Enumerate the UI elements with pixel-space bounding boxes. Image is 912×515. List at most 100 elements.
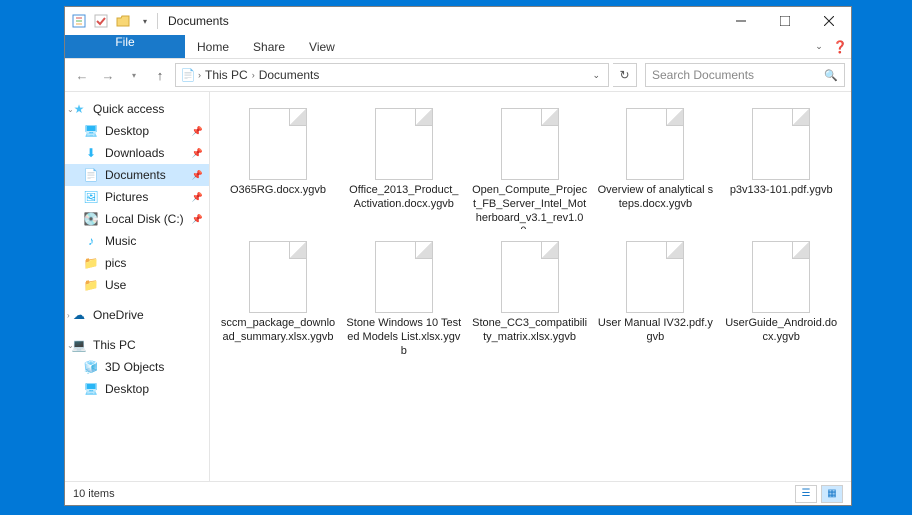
file-name: Stone Windows 10 Tested Models List.xlsx… <box>346 317 462 358</box>
tab-file[interactable]: File <box>65 35 185 58</box>
file-item[interactable]: User Manual IV32.pdf.ygvb <box>595 237 715 362</box>
sidebar-label: OneDrive <box>93 308 144 322</box>
file-item[interactable]: sccm_package_download_summary.xlsx.ygvb <box>218 237 338 362</box>
sidebar-item-downloads[interactable]: ⬇Downloads📌 <box>65 142 209 164</box>
breadcrumb-folder[interactable]: Documents <box>257 68 322 82</box>
search-input[interactable]: Search Documents 🔍 <box>645 63 845 87</box>
sidebar-item-label: Use <box>105 278 126 292</box>
nav-recent-icon[interactable]: ▾ <box>123 64 145 86</box>
file-item[interactable]: Stone Windows 10 Tested Models List.xlsx… <box>344 237 464 362</box>
sidebar-item-label: Desktop <box>105 382 149 396</box>
search-placeholder: Search Documents <box>652 68 754 82</box>
sidebar-item-pictures[interactable]: 🖼Pictures📌 <box>65 186 209 208</box>
sidebar-item-music[interactable]: ♪ Music <box>65 230 209 252</box>
qat-icon-folder[interactable] <box>115 13 131 29</box>
close-button[interactable] <box>807 7 851 35</box>
sidebar-item-documents[interactable]: 📄 Documents 📌 <box>65 164 209 186</box>
sidebar-item-3dobjects[interactable]: 🧊 3D Objects <box>65 356 209 378</box>
qat-dropdown-icon[interactable]: ▾ <box>137 13 153 29</box>
file-icon <box>501 241 559 313</box>
chevron-right-icon[interactable]: › <box>250 70 257 80</box>
breadcrumb-pc[interactable]: This PC <box>203 68 250 82</box>
file-icon <box>249 108 307 180</box>
folder-icon: 📁 <box>83 277 99 293</box>
search-icon[interactable]: 🔍 <box>824 69 838 82</box>
file-name: Office_2013_Product_Activation.docx.ygvb <box>346 184 462 212</box>
file-icon <box>375 108 433 180</box>
titlebar: ▾ Documents <box>65 7 851 35</box>
file-item[interactable]: O365RG.docx.ygvb <box>218 104 338 233</box>
view-details-button[interactable]: ☰ <box>795 485 817 503</box>
documents-icon: 📄 <box>83 167 99 183</box>
qat-icon-check[interactable] <box>93 13 109 29</box>
file-pane[interactable]: O365RG.docx.ygvb Office_2013_Product_Acti… <box>210 92 851 481</box>
file-item[interactable]: Open_Compute_Project_FB_Server_Intel_Mot… <box>470 104 590 233</box>
file-item[interactable]: Office_2013_Product_Activation.docx.ygvb <box>344 104 464 233</box>
disk-icon: 💽 <box>83 211 99 227</box>
music-icon: ♪ <box>83 233 99 249</box>
minimize-button[interactable] <box>719 7 763 35</box>
desktop-icon: 🖥 <box>83 381 99 397</box>
pin-icon: 📌 <box>192 126 203 137</box>
file-name: Overview of analytical steps.docx.ygvb <box>597 184 713 212</box>
file-icon <box>626 108 684 180</box>
pin-icon: 📌 <box>192 148 203 159</box>
file-icon <box>752 241 810 313</box>
file-name: sccm_package_download_summary.xlsx.ygvb <box>220 317 336 345</box>
nav-back-button[interactable]: ← <box>71 64 93 86</box>
nav-up-button[interactable]: ↑ <box>149 64 171 86</box>
sidebar-item-label: 3D Objects <box>105 360 164 374</box>
sidebar-label: This PC <box>93 338 136 352</box>
pin-icon: 📌 <box>192 170 203 181</box>
tab-view[interactable]: View <box>297 35 347 58</box>
file-name: Open_Compute_Project_FB_Server_Intel_Mot… <box>472 184 588 229</box>
file-name: Stone_CC3_compatibility_matrix.xlsx.ygvb <box>472 317 588 345</box>
objects-icon: 🧊 <box>83 359 99 375</box>
file-icon <box>249 241 307 313</box>
folder-icon: 📁 <box>83 255 99 271</box>
view-icons-button[interactable]: ▦ <box>821 485 843 503</box>
sidebar-item-label: Music <box>105 234 136 248</box>
sidebar-quickaccess[interactable]: ⌄★Quick access <box>65 98 209 120</box>
tab-share[interactable]: Share <box>241 35 297 58</box>
address-bar[interactable]: 📄 › This PC › Documents ⌄ <box>175 63 609 87</box>
sidebar-item-desktop2[interactable]: 🖥 Desktop <box>65 378 209 400</box>
chevron-right-icon[interactable]: › <box>196 70 203 80</box>
sidebar-item-desktop[interactable]: 🖥Desktop📌 <box>65 120 209 142</box>
qat-icon-properties[interactable] <box>71 13 87 29</box>
file-item[interactable]: Stone_CC3_compatibility_matrix.xlsx.ygvb <box>470 237 590 362</box>
sidebar-onedrive[interactable]: ›☁OneDrive <box>65 304 209 326</box>
onedrive-icon: ☁ <box>71 307 87 323</box>
address-dropdown-icon[interactable]: ⌄ <box>588 70 604 81</box>
sidebar-item-label: pics <box>105 256 126 270</box>
nav-sidebar: ⌄★Quick access 🖥Desktop📌 ⬇Downloads📌 📄Do… <box>65 92 210 481</box>
file-name: p3v133-101.pdf.ygvb <box>730 184 833 198</box>
ribbon-expand-icon[interactable]: ⌄ <box>809 35 829 58</box>
sidebar-item-label: Local Disk (C:) <box>105 212 184 226</box>
tab-home[interactable]: Home <box>185 35 241 58</box>
nav-forward-button[interactable]: → <box>97 64 119 86</box>
sidebar-item-use[interactable]: 📁 Use <box>65 274 209 296</box>
status-bar: 10 items ☰ ▦ <box>65 481 851 505</box>
address-icon: 📄 <box>180 67 196 83</box>
sidebar-item-pics[interactable]: 📁 pics <box>65 252 209 274</box>
file-item[interactable]: p3v133-101.pdf.ygvb <box>721 104 841 233</box>
item-count: 10 items <box>73 488 115 500</box>
sidebar-item-label: Downloads <box>105 146 164 160</box>
help-icon[interactable]: ❓ <box>829 35 851 58</box>
sidebar-item-label: Documents <box>105 168 166 182</box>
ribbon-tabs: File Home Share View ⌄ ❓ <box>65 35 851 59</box>
file-icon <box>501 108 559 180</box>
sidebar-item-localdisk[interactable]: 💽Local Disk (C:)📌 <box>65 208 209 230</box>
refresh-button[interactable]: ↻ <box>613 63 637 87</box>
file-item[interactable]: UserGuide_Android.docx.ygvb <box>721 237 841 362</box>
pictures-icon: 🖼 <box>83 189 99 205</box>
file-name: UserGuide_Android.docx.ygvb <box>723 317 839 345</box>
file-name: User Manual IV32.pdf.ygvb <box>597 317 713 345</box>
maximize-button[interactable] <box>763 7 807 35</box>
file-icon <box>626 241 684 313</box>
file-name: O365RG.docx.ygvb <box>230 184 326 198</box>
pin-icon: 📌 <box>192 192 203 203</box>
file-item[interactable]: Overview of analytical steps.docx.ygvb <box>595 104 715 233</box>
sidebar-thispc[interactable]: ⌄💻This PC <box>65 334 209 356</box>
